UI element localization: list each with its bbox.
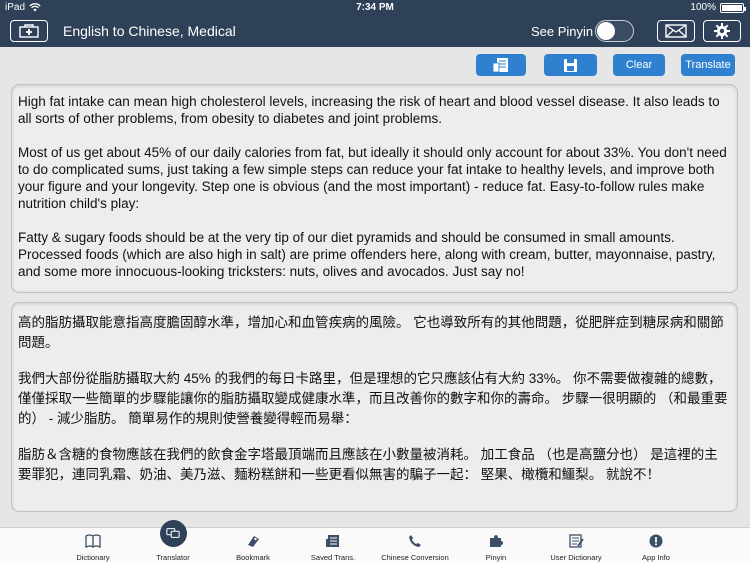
status-bar: iPad 7:34 PM 100%	[0, 0, 750, 16]
source-paragraph: High fat intake can mean high cholestero…	[18, 94, 720, 126]
saved-icon	[326, 535, 339, 547]
source-paragraph: Fatty & sugary foods should be at the ve…	[18, 230, 716, 279]
translation-text-area[interactable]: 高的脂肪攝取能意指高度膽固醇水準，增加心和血管疾病的風險。 它也導致所有的其他問…	[11, 302, 738, 512]
tab-label: App Info	[642, 553, 670, 562]
status-time: 7:34 PM	[356, 2, 394, 13]
info-icon	[649, 534, 663, 548]
email-button[interactable]	[657, 20, 695, 42]
tab-bookmark[interactable]: Bookmark	[213, 528, 293, 563]
hospital-icon	[19, 24, 39, 38]
open-document-button[interactable]	[476, 54, 526, 76]
tab-translator[interactable]: Translator	[133, 520, 213, 563]
tab-label: User Dictionary	[550, 553, 602, 562]
book-icon	[85, 534, 101, 548]
source-paragraph: Most of us get about 45% of our daily ca…	[18, 145, 727, 211]
phone-icon	[409, 535, 421, 547]
save-button[interactable]	[544, 54, 597, 76]
gear-icon	[714, 23, 730, 39]
home-button[interactable]	[10, 20, 48, 42]
envelope-icon	[665, 24, 687, 38]
battery-icon	[720, 2, 746, 13]
pinyin-toggle[interactable]	[595, 20, 634, 42]
tab-saved-trans[interactable]: Saved Trans.	[293, 528, 373, 563]
puzzle-icon	[490, 535, 503, 547]
tab-dictionary[interactable]: Dictionary	[53, 528, 133, 563]
tab-label: Bookmark	[236, 553, 270, 562]
tab-label: Chinese Conversion	[381, 553, 449, 562]
tab-chinese-conversion[interactable]: Chinese Conversion	[375, 528, 455, 563]
translation-paragraph: 脂肪＆含糖的食物應該在我們的飲食金字塔最頂端而且應該在小數量被消耗。 加工食品 …	[18, 447, 718, 482]
nav-bar: English to Chinese, Medical See Pinyin	[0, 16, 750, 47]
translation-paragraph: 我們大部份從脂肪攝取大約 45% 的我們的每日卡路里，但是理想的它只應該佔有大約…	[18, 371, 728, 426]
page-title: English to Chinese, Medical	[63, 23, 236, 39]
tab-label: Pinyin	[485, 553, 507, 562]
clear-button[interactable]: Clear	[613, 54, 665, 76]
floppy-disk-icon	[564, 58, 577, 72]
document-icon	[492, 58, 508, 73]
notebook-icon	[569, 534, 584, 548]
tab-label: Translator	[156, 553, 190, 562]
bookmark-icon	[248, 536, 259, 547]
tab-label: Saved Trans.	[310, 553, 356, 562]
tab-app-info[interactable]: App Info	[616, 528, 696, 563]
tab-bar: Dictionary Translator Bookmark Saved Tra…	[0, 520, 750, 563]
tab-pinyin[interactable]: Pinyin	[456, 528, 536, 563]
tab-label: Dictionary	[76, 553, 110, 562]
translation-paragraph: 高的脂肪攝取能意指高度膽固醇水準，增加心和血管疾病的風險。 它也導致所有的其他問…	[18, 315, 724, 350]
source-text-area[interactable]: High fat intake can mean high cholestero…	[11, 84, 738, 293]
battery-percent: 100%	[690, 2, 716, 13]
pinyin-label: See Pinyin	[531, 24, 594, 39]
translator-icon	[166, 528, 180, 538]
translate-button[interactable]: Translate	[681, 54, 735, 76]
tab-user-dictionary[interactable]: User Dictionary	[536, 528, 616, 563]
settings-button[interactable]	[703, 20, 741, 42]
